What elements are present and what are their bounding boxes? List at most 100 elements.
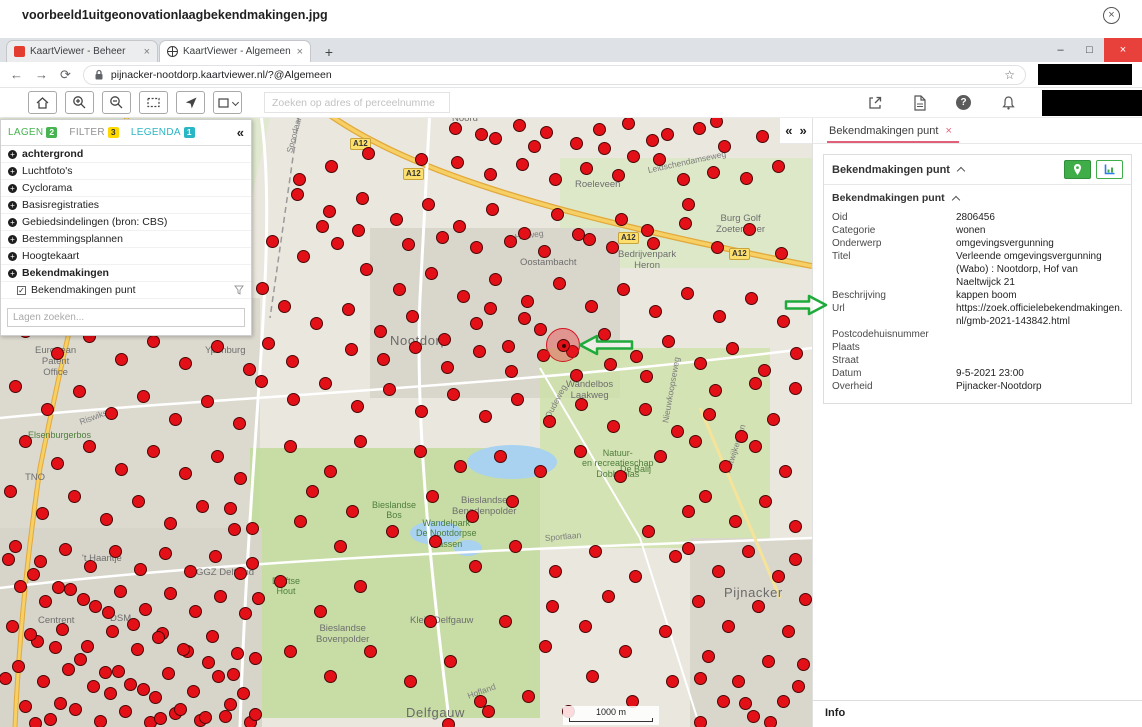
map-marker[interactable]	[147, 445, 160, 458]
map-marker[interactable]	[551, 208, 564, 221]
map-marker[interactable]	[362, 147, 375, 160]
map-marker[interactable]	[659, 625, 672, 638]
map-marker[interactable]	[323, 205, 336, 218]
map-marker[interactable]	[383, 383, 396, 396]
map-marker[interactable]	[711, 241, 724, 254]
map-marker[interactable]	[415, 153, 428, 166]
map-marker[interactable]	[710, 118, 723, 128]
map-marker[interactable]	[352, 224, 365, 237]
map-marker[interactable]	[538, 245, 551, 258]
map-marker[interactable]	[513, 119, 526, 132]
map-marker[interactable]	[570, 137, 583, 150]
map-marker[interactable]	[580, 162, 593, 175]
map-marker[interactable]	[233, 417, 246, 430]
map-marker[interactable]	[436, 231, 449, 244]
map-marker[interactable]	[646, 134, 659, 147]
map-marker[interactable]	[767, 413, 780, 426]
map-marker[interactable]	[449, 122, 462, 135]
map-marker[interactable]	[429, 535, 442, 548]
expand-icon[interactable]: +	[8, 201, 17, 210]
map-marker[interactable]	[749, 377, 762, 390]
map-marker[interactable]	[438, 333, 451, 346]
map-marker[interactable]	[51, 457, 64, 470]
map-marker[interactable]	[743, 223, 756, 236]
map-marker[interactable]	[681, 287, 694, 300]
map-marker[interactable]	[179, 467, 192, 480]
map-marker[interactable]	[702, 650, 715, 663]
map-marker[interactable]	[74, 653, 87, 666]
map-marker[interactable]	[739, 697, 752, 710]
map-marker[interactable]	[314, 605, 327, 618]
layer-item[interactable]: +Basisregistraties	[1, 197, 251, 214]
map-marker[interactable]	[441, 361, 454, 374]
map-marker[interactable]	[756, 130, 769, 143]
map-marker[interactable]	[546, 600, 559, 613]
collapse-layers-panel-icon[interactable]: «	[237, 125, 244, 140]
map-marker[interactable]	[627, 150, 640, 163]
layer-item[interactable]: +achtergrond	[1, 146, 251, 163]
map-marker[interactable]	[291, 188, 304, 201]
expand-icon[interactable]: +	[8, 218, 17, 227]
map-marker[interactable]	[629, 570, 642, 583]
map-marker[interactable]	[469, 560, 482, 573]
back-icon[interactable]: ←	[10, 67, 23, 82]
map-marker[interactable]	[604, 358, 617, 371]
map-marker[interactable]	[789, 520, 802, 533]
bookmark-star-icon[interactable]: ☆	[1004, 68, 1015, 82]
map-marker[interactable]	[619, 645, 632, 658]
map-marker[interactable]	[51, 347, 64, 360]
map-marker[interactable]	[56, 623, 69, 636]
map-marker[interactable]	[426, 490, 439, 503]
map-marker[interactable]	[386, 525, 399, 538]
map-marker[interactable]	[574, 445, 587, 458]
map-marker[interactable]	[278, 300, 291, 313]
map-marker[interactable]	[0, 672, 12, 685]
forward-icon[interactable]: →	[35, 67, 48, 82]
map-marker[interactable]	[639, 403, 652, 416]
map-marker[interactable]	[799, 593, 812, 606]
map-marker[interactable]	[499, 615, 512, 628]
map-marker[interactable]	[12, 660, 25, 673]
window-minimize-button[interactable]: –	[1046, 38, 1075, 62]
map-marker[interactable]	[454, 460, 467, 473]
map-marker[interactable]	[504, 235, 517, 248]
map-marker[interactable]	[196, 500, 209, 513]
map-marker[interactable]	[131, 643, 144, 656]
map-marker[interactable]	[482, 705, 495, 718]
map-marker[interactable]	[316, 220, 329, 233]
map-marker[interactable]	[718, 140, 731, 153]
map-marker[interactable]	[246, 557, 259, 570]
map-marker[interactable]	[543, 415, 556, 428]
map-marker[interactable]	[606, 241, 619, 254]
window-close-button[interactable]: ×	[1104, 38, 1142, 62]
map-marker[interactable]	[237, 687, 250, 700]
map-marker[interactable]	[87, 680, 100, 693]
map-marker[interactable]	[494, 450, 507, 463]
map-marker[interactable]	[4, 485, 17, 498]
map-marker[interactable]	[44, 713, 57, 726]
map-marker[interactable]	[227, 668, 240, 681]
map-marker[interactable]	[325, 160, 338, 173]
zoom-in-button[interactable]	[65, 91, 94, 114]
details-card-header[interactable]: Bekendmakingen punt	[824, 155, 1131, 185]
map-marker[interactable]	[354, 580, 367, 593]
expand-icon[interactable]: +	[8, 150, 17, 159]
map-marker[interactable]	[549, 173, 562, 186]
map-marker[interactable]	[528, 140, 541, 153]
map-marker[interactable]	[777, 695, 790, 708]
map-marker[interactable]	[470, 317, 483, 330]
map-marker[interactable]	[509, 540, 522, 553]
map-marker[interactable]	[647, 237, 660, 250]
map-marker[interactable]	[502, 340, 515, 353]
map-marker[interactable]	[119, 705, 132, 718]
map-marker[interactable]	[506, 495, 519, 508]
map-marker[interactable]	[549, 565, 562, 578]
extent-dropdown-button[interactable]	[213, 91, 242, 114]
map-marker[interactable]	[169, 413, 182, 426]
map-marker[interactable]	[132, 495, 145, 508]
map-marker[interactable]	[201, 395, 214, 408]
map-marker[interactable]	[662, 335, 675, 348]
map-marker[interactable]	[447, 388, 460, 401]
map-marker[interactable]	[287, 393, 300, 406]
home-button[interactable]	[28, 91, 57, 114]
